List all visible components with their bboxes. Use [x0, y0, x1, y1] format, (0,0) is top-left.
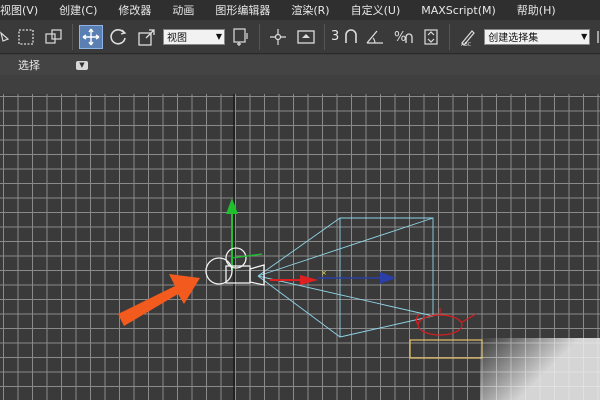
- select-and-link-icon[interactable]: [266, 25, 290, 49]
- toolbar-separator: [449, 23, 451, 50]
- window-crossing-icon[interactable]: [42, 25, 66, 49]
- toolbar-separator: [324, 23, 325, 50]
- menu-customize[interactable]: 自定义(U): [351, 2, 410, 18]
- camera-target-axis: ×: [318, 269, 396, 284]
- reference-coordinate-dropdown[interactable]: 视图 ▼: [163, 28, 225, 45]
- menu-help[interactable]: 帮助(H): [517, 2, 565, 18]
- menu-view[interactable]: 视图(V): [0, 2, 47, 18]
- svg-text:%: %: [394, 30, 406, 45]
- menu-bar: 视图(V) 创建(C) 修改器 动画 图形编辑器 渲染(R) 自定义(U) MA…: [0, 0, 600, 20]
- named-selection-sets-value: 创建选择集: [488, 33, 539, 44]
- chevron-down-icon: ▼: [215, 32, 222, 41]
- move-gizmo-x-axis: [270, 275, 318, 285]
- perspective-viewport[interactable]: ×: [0, 94, 600, 400]
- percent-snap-icon[interactable]: %: [391, 25, 415, 49]
- ribbon-toggle-icon[interactable]: ▼: [76, 60, 88, 70]
- ribbon-tab-selection[interactable]: 选择: [18, 57, 40, 73]
- reference-coordinate-value: 视图: [167, 33, 187, 44]
- select-and-scale-icon[interactable]: [135, 25, 159, 49]
- menu-maxscript[interactable]: MAXScript(M): [421, 4, 505, 17]
- edit-named-selection-icon[interactable]: ABC: [456, 25, 480, 49]
- menu-create[interactable]: 创建(C): [59, 2, 106, 18]
- use-pivot-center-icon[interactable]: [229, 25, 253, 49]
- watermark: [480, 338, 600, 400]
- teapot-object: [409, 308, 483, 359]
- keyboard-shortcut-override-icon[interactable]: [294, 25, 318, 49]
- viewport-header-strip: [0, 75, 600, 94]
- mirror-icon[interactable]: [594, 25, 600, 49]
- toolbar-separator: [259, 23, 260, 50]
- snap-toggle-icon[interactable]: [343, 25, 359, 49]
- menu-modifiers[interactable]: 修改器: [118, 2, 160, 18]
- move-gizmo-y-axis: [226, 198, 238, 270]
- named-selection-sets-dropdown[interactable]: 创建选择集 ▼: [484, 28, 591, 45]
- main-toolbar: 视图 ▼ 3 % ABC 创建选择集 ▼: [0, 20, 600, 54]
- svg-text:×: ×: [321, 269, 327, 277]
- svg-text:ABC: ABC: [461, 42, 472, 47]
- spinner-snap-icon[interactable]: [419, 25, 443, 49]
- orange-annotation-arrow: [118, 274, 200, 326]
- select-and-rotate-icon[interactable]: [107, 25, 131, 49]
- select-lasso-icon[interactable]: [0, 25, 10, 49]
- camera-object: [205, 247, 265, 286]
- menu-graph-editors[interactable]: 图形编辑器: [215, 2, 279, 18]
- chevron-down-icon: ▼: [581, 32, 588, 41]
- select-and-move-icon[interactable]: [79, 24, 103, 49]
- ribbon-bar: 选择 ▼: [0, 55, 600, 75]
- snap-toggle-label[interactable]: 3: [331, 29, 339, 44]
- rect-select-region-icon[interactable]: [14, 25, 38, 49]
- menu-rendering[interactable]: 渲染(R): [291, 2, 338, 18]
- angle-snap-icon[interactable]: [363, 25, 387, 49]
- toolbar-separator: [72, 23, 73, 50]
- menu-animation[interactable]: 动画: [172, 2, 203, 18]
